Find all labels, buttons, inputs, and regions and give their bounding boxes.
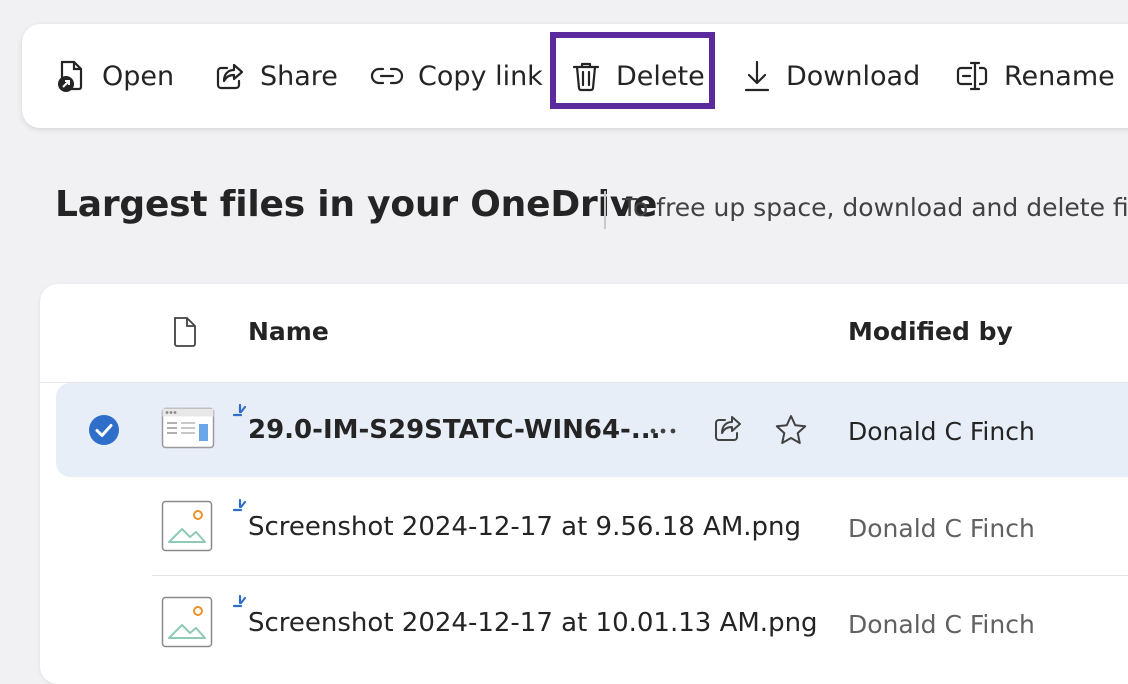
open-button[interactable]: Open [56,24,174,128]
trash-icon [572,62,600,92]
link-icon [370,67,404,85]
open-file-icon [58,60,83,92]
star-icon[interactable] [774,413,808,447]
share-label: Share [260,60,338,92]
page-subtitle: To free up space, download and delete fi… [622,193,1128,222]
more-options-icon[interactable] [648,416,678,446]
modified-by: Donald C Finch [848,417,1035,446]
checkmark-circle-icon[interactable] [88,414,120,446]
open-label: Open [102,60,175,92]
table-row[interactable]: Screenshot 2024-12-17 at 9.56.18 AM.png … [56,480,1128,574]
download-icon [744,60,770,92]
file-list: Name Modified by 29.0-IM-S29STATC-WIN64-… [40,284,1128,684]
modified-by: Donald C Finch [848,514,1035,543]
image-file-icon [161,500,213,552]
file-name[interactable]: Screenshot 2024-12-17 at 10.01.13 AM.png [248,608,818,638]
download-button[interactable]: Download [742,24,920,128]
table-header: Name Modified by [40,284,1128,383]
modified-by: Donald C Finch [848,610,1035,639]
rename-label: Rename [1004,60,1115,92]
installer-file-icon [161,407,215,449]
column-header-modified-by[interactable]: Modified by [848,317,1013,346]
share-button[interactable]: Share [214,24,338,128]
rename-button[interactable]: Rename [954,24,1115,128]
download-label: Download [786,60,921,92]
copy-link-label: Copy link [418,60,543,92]
delete-button[interactable]: Delete [570,24,705,128]
copy-link-button[interactable]: Copy link [370,24,543,128]
share-icon [216,63,244,90]
table-row[interactable]: 29.0-IM-S29STATC-WIN64-... Donald C Finc… [56,383,1128,477]
file-name[interactable]: 29.0-IM-S29STATC-WIN64-... [248,415,660,445]
file-name[interactable]: Screenshot 2024-12-17 at 9.56.18 AM.png [248,512,801,542]
delete-label: Delete [616,60,705,92]
page-title: Largest files in your OneDrive [55,184,658,225]
column-header-name[interactable]: Name [248,317,329,346]
image-file-icon [161,596,213,648]
file-type-icon[interactable] [172,315,198,349]
share-icon[interactable] [712,413,744,443]
title-divider [604,191,606,229]
command-bar: Open Share Copy link Delete Download Ren… [22,24,1128,128]
rename-icon [956,61,988,91]
table-row[interactable]: Screenshot 2024-12-17 at 10.01.13 AM.png… [56,576,1128,670]
